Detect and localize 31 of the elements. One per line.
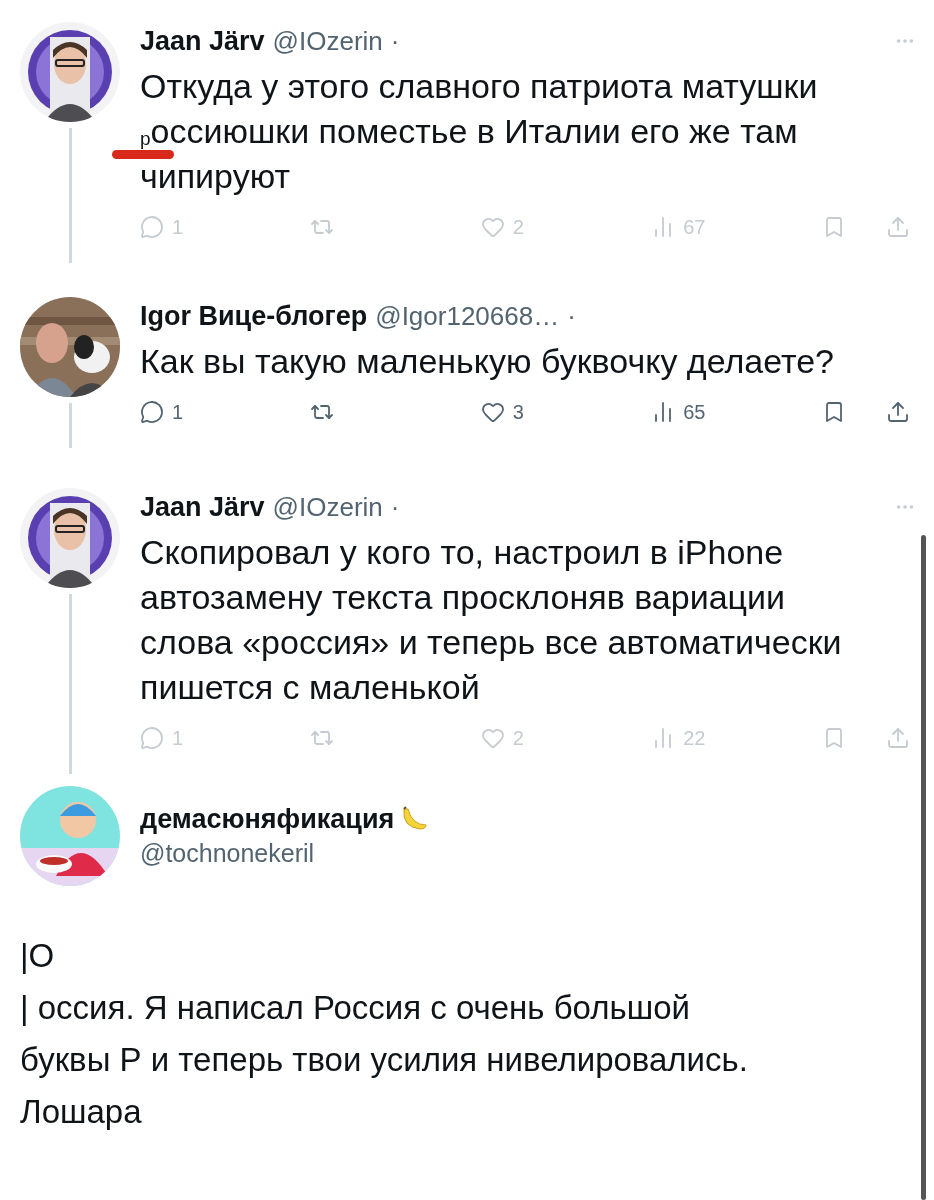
reply-text-line: |О xyxy=(20,936,56,976)
author-handle[interactable]: @IOzerin xyxy=(272,24,383,58)
views-button[interactable]: 65 xyxy=(651,400,706,424)
author-handle[interactable]: @Igor120668… xyxy=(375,299,560,333)
heart-icon xyxy=(480,400,505,424)
author-name[interactable]: Igor Вице-блогер xyxy=(140,299,368,333)
share-icon xyxy=(885,726,910,750)
author-name[interactable]: Jaan Järv xyxy=(140,24,265,58)
author-name[interactable]: демасюняфикация xyxy=(140,804,395,835)
author-handle[interactable]: @tochnonekeril xyxy=(140,839,429,868)
reply-text-line: Лошара xyxy=(20,1092,143,1132)
author-handle[interactable]: @IOzerin xyxy=(272,490,383,524)
share-icon xyxy=(885,400,910,424)
author-name[interactable]: Jaan Järv xyxy=(140,490,265,524)
like-button[interactable]: 3 xyxy=(480,400,524,424)
reply-icon xyxy=(140,215,164,239)
share-icon xyxy=(885,215,910,239)
reply-text-line: | оссия. Я написал Россия с очень большой xyxy=(20,988,691,1028)
reply-button[interactable]: 1 xyxy=(140,400,184,424)
reply-icon xyxy=(140,400,164,424)
reply-text-line: буквы Р и теперь твои усилия нивелировались. xyxy=(20,1040,749,1080)
separator-dot: · xyxy=(390,25,400,58)
share-button[interactable] xyxy=(885,400,910,424)
separator-dot: · xyxy=(567,300,576,333)
tweet-text: Скопировал у кого то, настроил в iPhone автозамену текста просклоняв вариации слова «россия» и теперь все автоматически пишется с маленькой xyxy=(140,533,842,706)
tweet-text: Откуда у этого славного патриота матушки $_{р}$оссиюшки поместье в Италии его же там чипируют xyxy=(140,67,818,195)
tweet-text: Как вы такую маленькую буквочку делаете? xyxy=(140,342,835,380)
heart-icon xyxy=(480,726,505,750)
heart-icon xyxy=(480,215,505,239)
reply-icon xyxy=(140,726,164,750)
separator-dot: · xyxy=(390,491,400,524)
